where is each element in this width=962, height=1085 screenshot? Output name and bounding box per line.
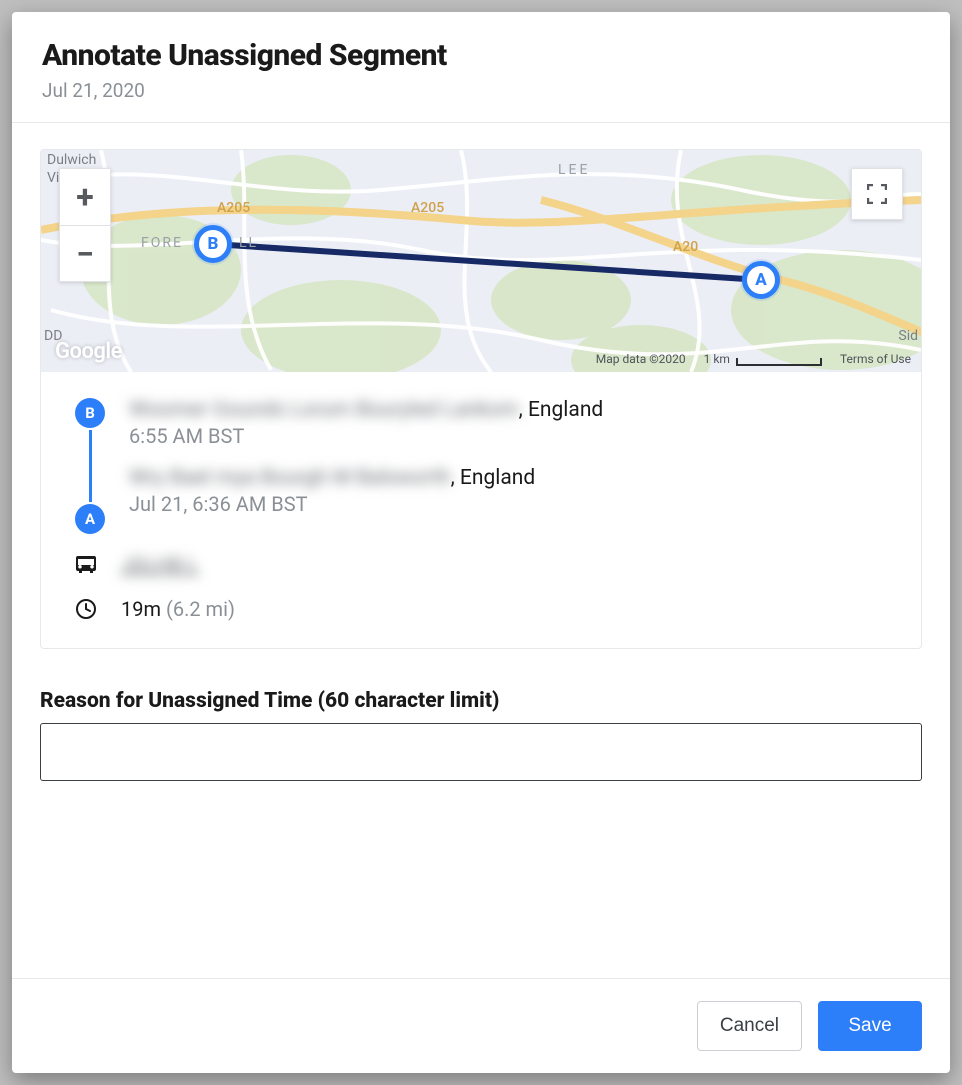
segment-card: Dulwich Vi FORE LL A205 A205 LEE A20 DD … xyxy=(40,149,922,649)
stop-a-address-redacted: Wry Bael mya Bourgh M Balsworth xyxy=(129,466,451,490)
stop-a-address-suffix: , England xyxy=(451,466,536,490)
stop-a-timestamp: Jul 21, 6:36 AM BST xyxy=(129,492,889,516)
stop-markers-column: B A xyxy=(73,398,107,534)
duration-row: 19m (6.2 mi) xyxy=(73,596,889,622)
stop-b-address-redacted: Woomer Gounds Lorum Bouryled Lankom xyxy=(129,398,519,422)
cancel-button[interactable]: Cancel xyxy=(697,1001,802,1051)
stop-dot-a: A xyxy=(75,504,105,534)
clock-icon xyxy=(73,596,99,622)
stop-b-address: Woomer Gounds Lorum Bouryled Lankom, Eng… xyxy=(129,398,889,422)
map-zoom-control: + − xyxy=(59,168,111,282)
segment-details: B A Woomer Gounds Lorum Bouryled Lankom,… xyxy=(41,372,921,648)
stop-a-address: Wry Bael mya Bourgh M Balsworth, England xyxy=(129,466,889,490)
map-zoom-in-button[interactable]: + xyxy=(60,169,110,225)
fullscreen-icon xyxy=(867,184,887,204)
map-zoom-out-button[interactable]: − xyxy=(60,225,110,281)
stop-b-text: Woomer Gounds Lorum Bouryled Lankom, Eng… xyxy=(129,398,889,466)
reason-label: Reason for Unassigned Time (60 character… xyxy=(40,689,922,713)
reason-input[interactable] xyxy=(40,723,922,781)
stop-list: B A Woomer Gounds Lorum Bouryled Lankom,… xyxy=(73,398,889,534)
map-marker-b[interactable]: B xyxy=(194,225,232,263)
stop-dot-b: B xyxy=(75,398,105,428)
dialog-title: Annotate Unassigned Segment xyxy=(42,38,920,73)
map-provider-logo: Google xyxy=(55,339,122,364)
vehicle-id-redacted[interactable]: JDLHB L xyxy=(121,553,198,577)
map-roads xyxy=(41,150,921,372)
map-attribution-text: Map data ©2020 xyxy=(596,352,686,366)
map-marker-a[interactable]: A xyxy=(742,261,780,299)
stop-b-address-suffix: , England xyxy=(519,398,604,422)
map-terms-link[interactable]: Terms of Use xyxy=(840,352,911,366)
vehicle-row: JDLHB L xyxy=(73,552,889,578)
dialog-subtitle: Jul 21, 2020 xyxy=(42,79,920,102)
stop-a-text: Wry Bael mya Bourgh M Balsworth, England… xyxy=(129,466,889,534)
segment-meta: JDLHB L 19m (6.2 mi) xyxy=(73,552,889,622)
map-fullscreen-button[interactable] xyxy=(851,168,903,220)
dialog-footer: Cancel Save xyxy=(12,978,950,1073)
duration-text: 19m xyxy=(121,597,161,621)
stop-b-timestamp: 6:55 AM BST xyxy=(129,424,889,448)
duration-value: 19m (6.2 mi) xyxy=(121,597,235,621)
dialog-header: Annotate Unassigned Segment Jul 21, 2020 xyxy=(12,12,950,123)
map-attribution: Map data ©2020 1 km Terms of Use xyxy=(596,352,911,366)
annotate-dialog: Annotate Unassigned Segment Jul 21, 2020 xyxy=(12,12,950,1073)
bus-icon xyxy=(73,552,99,578)
map-scale-label: 1 km xyxy=(704,352,730,366)
map-area[interactable]: Dulwich Vi FORE LL A205 A205 LEE A20 DD … xyxy=(41,150,921,372)
map-scale: 1 km xyxy=(704,352,822,366)
distance-text: (6.2 mi) xyxy=(166,597,235,621)
dialog-body: Dulwich Vi FORE LL A205 A205 LEE A20 DD … xyxy=(12,123,950,978)
map-scale-bar xyxy=(736,358,822,366)
stop-connector xyxy=(89,430,92,502)
save-button[interactable]: Save xyxy=(818,1001,922,1051)
